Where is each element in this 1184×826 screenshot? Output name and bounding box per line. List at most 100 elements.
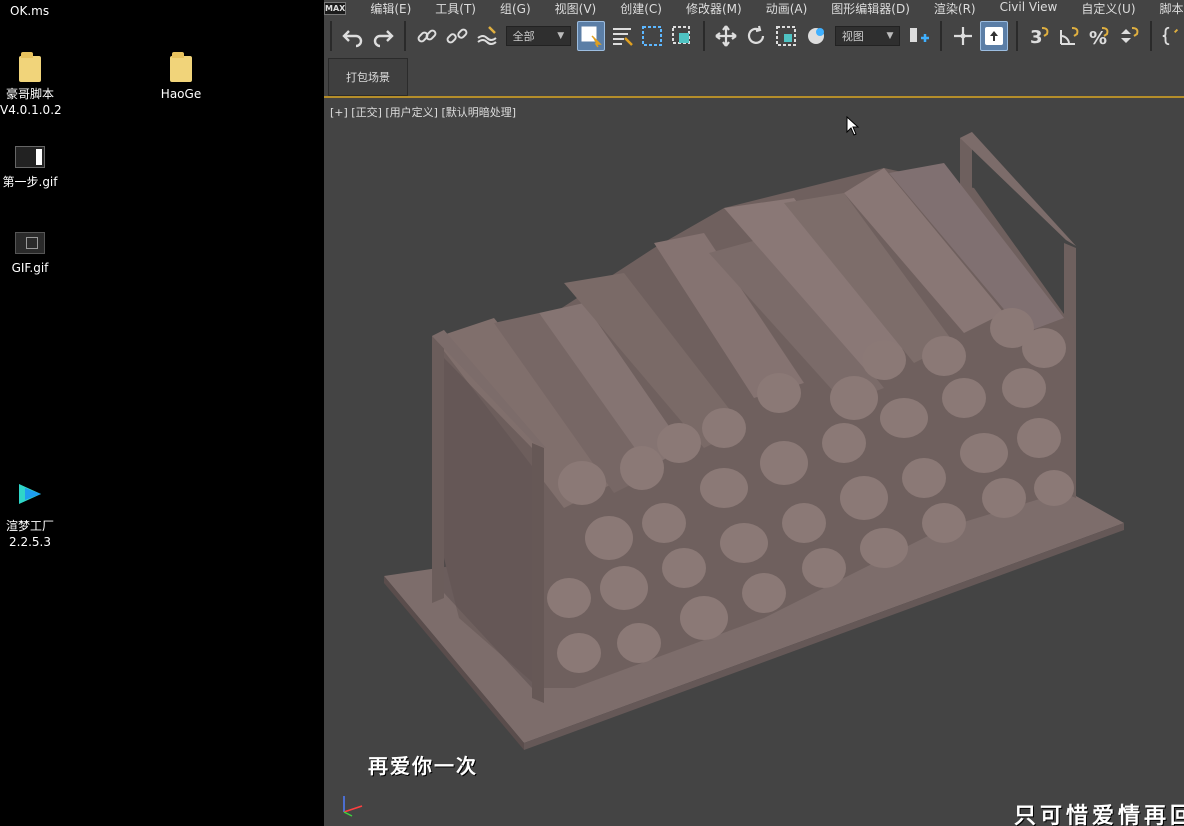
spinner-snap-icon xyxy=(1121,27,1139,43)
undo-button[interactable] xyxy=(340,22,366,50)
select-by-name-button[interactable] xyxy=(609,22,635,50)
main-toolbar: 全部 ▼ 视图 ▼ 3 % xyxy=(324,16,1184,56)
desktop-icon-label: 豪哥脚本 xyxy=(5,87,54,101)
link-icon xyxy=(417,29,437,43)
desktop-icon-render-factory[interactable]: 渲梦工厂 2.2.5.3 xyxy=(0,480,60,550)
manipulate-icon xyxy=(954,27,973,45)
place-icon xyxy=(807,28,824,44)
pivot-center-button[interactable] xyxy=(906,22,932,50)
axis-gizmo-icon xyxy=(343,796,363,817)
menu-scripting[interactable]: 脚本(S) xyxy=(1160,0,1184,17)
unlink-icon xyxy=(446,28,468,44)
menu-create[interactable]: 创建(C) xyxy=(620,0,662,17)
window-crossing-button[interactable] xyxy=(669,22,695,50)
firewood-rack-model[interactable] xyxy=(324,98,1184,826)
reference-coordinate-dropdown[interactable]: 视图 ▼ xyxy=(834,26,901,46)
spinner-snap-button[interactable] xyxy=(1116,22,1142,50)
3dsmax-window: MAX 编辑(E) 工具(T) 组(G) 视图(V) 创建(C) 修改器(M) … xyxy=(324,0,1184,826)
link-button[interactable] xyxy=(414,22,440,50)
rectangle-selection-button[interactable] xyxy=(639,22,665,50)
named-selection-button[interactable] xyxy=(1160,22,1182,50)
menu-graph-editors[interactable]: 图形编辑器(D) xyxy=(831,0,910,17)
toolbar-separator xyxy=(330,21,332,51)
place-button[interactable] xyxy=(803,22,829,50)
menu-animation[interactable]: 动画(A) xyxy=(766,0,808,17)
snaps-toggle-button[interactable]: 3 xyxy=(1026,22,1052,50)
angle-snap-icon xyxy=(1060,27,1079,45)
angle-snap-button[interactable] xyxy=(1056,22,1082,50)
redo-icon xyxy=(373,30,394,48)
unlink-button[interactable] xyxy=(444,22,470,50)
chevron-down-icon: ▼ xyxy=(557,31,565,41)
menu-items: 编辑(E) 工具(T) 组(G) 视图(V) 创建(C) 修改器(M) 动画(A… xyxy=(370,0,1184,17)
menu-modifiers[interactable]: 修改器(M) xyxy=(686,0,742,17)
desktop-file-ok-ms[interactable]: OK.ms xyxy=(10,4,49,18)
select-object-button[interactable] xyxy=(577,21,606,51)
selection-filter-value: 全部 xyxy=(512,30,535,43)
desktop-icon-label: HaoGe xyxy=(160,87,202,101)
rack-frame-front-post-2 xyxy=(532,443,544,703)
snap-3d-icon: 3 xyxy=(1030,27,1049,48)
viewport-orthographic[interactable]: [+] [正交] [用户定义] [默认明暗处理] 再爱你一次 只可惜爱情再回 xyxy=(324,98,1184,826)
desktop-icon-haoge[interactable]: HaoGe xyxy=(151,52,211,102)
toolbar-separator xyxy=(403,21,406,51)
window-crossing-icon xyxy=(672,26,691,44)
desktop: OK.ms 豪哥脚本 V4.0.1.0.2 HaoGe 第一步.gif GIF.… xyxy=(0,0,324,826)
rectangle-selection-icon xyxy=(642,26,663,46)
max-logo[interactable]: MAX xyxy=(324,1,347,15)
select-object-icon xyxy=(581,26,602,48)
desktop-icon-label: 渲梦工厂 xyxy=(5,519,54,533)
pivot-center-icon xyxy=(910,28,930,42)
toolbar-separator xyxy=(940,21,943,51)
menu-customize[interactable]: 自定义(U) xyxy=(1081,0,1135,17)
rotate-button[interactable] xyxy=(743,22,769,50)
subtitle-left: 再爱你一次 xyxy=(368,754,478,778)
undo-icon xyxy=(342,30,362,48)
selection-filter-dropdown[interactable]: 全部 ▼ xyxy=(505,26,572,46)
move-icon xyxy=(715,25,737,47)
rack-frame-front-post xyxy=(432,330,444,603)
folder-icon xyxy=(19,52,41,82)
subtitle-right: 只可惜爱情再回 xyxy=(1014,803,1184,826)
redo-button[interactable] xyxy=(370,22,396,50)
menu-bar: MAX 编辑(E) 工具(T) 组(G) 视图(V) 创建(C) 修改器(M) … xyxy=(324,0,1184,16)
mouse-cursor-icon xyxy=(846,116,860,136)
reference-coordinate-value: 视图 xyxy=(841,30,864,43)
rotate-icon xyxy=(747,25,765,44)
curly-braces-icon xyxy=(1162,26,1179,46)
desktop-icon-sublabel: 2.2.5.3 xyxy=(9,535,51,549)
keyboard-shortcut-override-button[interactable] xyxy=(980,21,1009,51)
percent-snap-icon: % xyxy=(1089,27,1109,48)
keyboard-override-icon xyxy=(985,27,1004,45)
desktop-icon-label: 第一步.gif xyxy=(2,175,58,189)
menu-edit[interactable]: 编辑(E) xyxy=(370,0,411,17)
select-by-name-icon xyxy=(613,28,634,46)
menu-rendering[interactable]: 渲染(R) xyxy=(934,0,976,17)
render-app-icon xyxy=(19,484,41,504)
desktop-icon-gif[interactable]: GIF.gif xyxy=(0,232,60,276)
toolbar-separator xyxy=(703,21,705,51)
toolbar-separator xyxy=(1150,21,1152,51)
menu-group[interactable]: 组(G) xyxy=(500,0,531,17)
move-button[interactable] xyxy=(713,22,739,50)
menu-civil-view[interactable]: Civil View xyxy=(1000,0,1058,17)
scale-button[interactable] xyxy=(773,22,799,50)
desktop-icon-haoge-script[interactable]: 豪哥脚本 V4.0.1.0.2 xyxy=(0,52,62,118)
folder-icon xyxy=(170,52,192,82)
desktop-icon-sublabel: V4.0.1.0.2 xyxy=(0,103,62,117)
menu-views[interactable]: 视图(V) xyxy=(555,0,597,17)
svg-text:3: 3 xyxy=(1030,27,1043,48)
toolbar-separator xyxy=(1016,21,1019,51)
pack-scene-button[interactable]: 打包场景 xyxy=(328,58,408,96)
svg-text:%: % xyxy=(1089,28,1107,48)
gif-file-icon xyxy=(15,232,45,254)
desktop-icon-label: GIF.gif xyxy=(11,261,49,275)
ribbon-panel: 打包场景 xyxy=(324,56,1184,98)
scale-icon xyxy=(775,26,796,46)
percent-snap-button[interactable]: % xyxy=(1086,22,1112,50)
select-manipulate-button[interactable] xyxy=(950,22,976,50)
bind-space-warp-button[interactable] xyxy=(474,22,500,50)
desktop-icon-step1-gif[interactable]: 第一步.gif xyxy=(0,146,60,190)
space-warp-icon xyxy=(477,26,497,45)
menu-tools[interactable]: 工具(T) xyxy=(435,0,476,17)
